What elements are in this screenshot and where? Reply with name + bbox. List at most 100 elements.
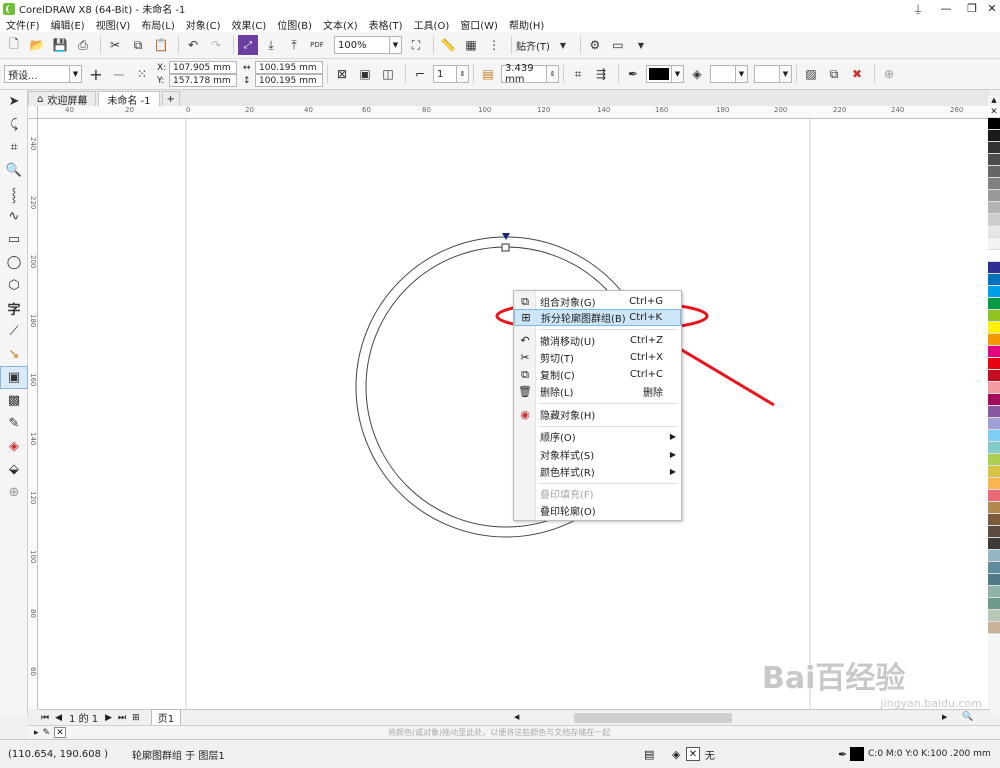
- palette-swatch[interactable]: [988, 346, 1000, 358]
- connector-tool-icon[interactable]: ↘: [0, 343, 28, 366]
- preset-select[interactable]: 预设...: [4, 65, 70, 83]
- polygon-tool-icon[interactable]: ⬡: [0, 274, 28, 297]
- contour-steps-icon[interactable]: ⌐: [410, 64, 430, 84]
- palette-swatch[interactable]: [988, 382, 1000, 394]
- tab-welcome[interactable]: ⌂ 欢迎屏幕: [28, 91, 97, 107]
- palette-swatch[interactable]: [988, 130, 1000, 142]
- minimize-button[interactable]: —: [932, 0, 960, 17]
- outer-contour-icon[interactable]: ▣: [355, 64, 375, 84]
- palette-swatch[interactable]: [988, 154, 1000, 166]
- menu-item-cut[interactable]: ✂ 剪切(T) Ctrl+X: [514, 349, 681, 366]
- scroll-right-icon[interactable]: ▶: [942, 713, 950, 723]
- palette-swatch[interactable]: [988, 322, 1000, 334]
- width-field[interactable]: 100.195 mm: [255, 61, 323, 74]
- guidelines-icon[interactable]: ⋮: [484, 35, 504, 55]
- new-document-icon[interactable]: 🗋: [4, 35, 24, 55]
- menu-layout[interactable]: 布局(L): [141, 17, 174, 32]
- palette-swatch[interactable]: [988, 454, 1000, 466]
- fill-bucket-icon[interactable]: ◈: [687, 64, 707, 84]
- menu-item-hide-object[interactable]: ◉ 隐藏对象(H): [514, 406, 681, 423]
- palette-swatch[interactable]: [988, 178, 1000, 190]
- freehand-tool-icon[interactable]: ⸾: [0, 182, 28, 205]
- height-field[interactable]: 100.195 mm: [255, 74, 323, 87]
- interactive-fill-icon[interactable]: ◈: [0, 435, 28, 458]
- color-proof-icon[interactable]: ▤: [644, 748, 654, 761]
- rectangle-tool-icon[interactable]: ▭: [0, 228, 28, 251]
- redo-toolbar-icon[interactable]: ↷: [206, 35, 226, 55]
- add-page-icon[interactable]: ⊞: [132, 713, 140, 723]
- zoom-dropdown[interactable]: ▼: [390, 36, 402, 54]
- palette-swatch[interactable]: [988, 118, 1000, 130]
- palette-swatch[interactable]: [988, 190, 1000, 202]
- palette-swatch[interactable]: [988, 490, 1000, 502]
- palette-swatch[interactable]: [988, 442, 1000, 454]
- palette-swatch[interactable]: [988, 406, 1000, 418]
- text-tool-icon[interactable]: 字: [0, 297, 28, 320]
- zoom-level-field[interactable]: 100%: [334, 36, 390, 54]
- next-page-icon[interactable]: ▶: [105, 713, 112, 723]
- menu-item-delete[interactable]: 🗑 删除(L) 删除: [514, 383, 681, 400]
- outline-color-swatch[interactable]: [646, 65, 672, 83]
- bezier-tool-icon[interactable]: ∿: [0, 205, 28, 228]
- menu-bitmaps[interactable]: 位图(B): [277, 17, 312, 32]
- launcher-dropdown-icon[interactable]: ▼: [631, 35, 651, 55]
- contour-offset-spinner[interactable]: ⇕: [547, 65, 559, 83]
- shape-tool-icon[interactable]: ⤹: [0, 113, 28, 136]
- tab-document[interactable]: 未命名 -1: [98, 91, 160, 107]
- crop-tool-icon[interactable]: ⌗: [0, 136, 28, 159]
- transparency-tool-icon[interactable]: ▩: [0, 389, 28, 412]
- palette-swatch[interactable]: [988, 514, 1000, 526]
- lock-ratio-icon[interactable]: ⊠: [332, 64, 352, 84]
- export-icon[interactable]: ⤒: [284, 35, 304, 55]
- y-position-field[interactable]: 157.178 mm: [169, 74, 237, 87]
- vertical-ruler[interactable]: 240 220 200 180 160 140 120 100 80 60: [28, 119, 38, 709]
- palette-swatch[interactable]: [988, 310, 1000, 322]
- menu-item-overprint-outline[interactable]: 叠印轮廓(O): [514, 502, 681, 519]
- smart-fill-icon[interactable]: ⬙: [0, 458, 28, 481]
- palette-swatch[interactable]: [988, 526, 1000, 538]
- horizontal-scrollbar-thumb[interactable]: [574, 713, 732, 723]
- menu-item-group[interactable]: ⧉ 组合对象(G) Ctrl+G: [514, 293, 681, 310]
- copy-toolbar-icon[interactable]: ⧉: [128, 35, 148, 55]
- rulers-icon[interactable]: 📏: [438, 35, 458, 55]
- x-position-field[interactable]: 107.905 mm: [169, 61, 237, 74]
- menu-item-color-styles[interactable]: 颜色样式(R) ▶: [514, 463, 681, 480]
- search-content-icon[interactable]: ⤢: [238, 35, 258, 55]
- save-icon[interactable]: 💾: [50, 35, 70, 55]
- palette-swatch[interactable]: [988, 550, 1000, 562]
- menu-item-overprint-fill[interactable]: 叠印填充(F): [514, 485, 681, 502]
- fill-color-swatch[interactable]: [710, 65, 736, 83]
- palette-swatch[interactable]: [988, 598, 1000, 610]
- add-icon[interactable]: ⊕: [879, 64, 899, 84]
- ruler-origin[interactable]: [28, 106, 38, 119]
- menu-help[interactable]: 帮助(H): [509, 17, 544, 32]
- outline-pen-icon[interactable]: ✒: [623, 64, 643, 84]
- preset-dropdown[interactable]: ▼: [70, 65, 82, 83]
- palette-swatch[interactable]: [988, 538, 1000, 550]
- print-icon[interactable]: ⎙: [73, 35, 93, 55]
- prev-page-icon[interactable]: ◀: [55, 713, 62, 723]
- options-gear-icon[interactable]: ⚙: [585, 35, 605, 55]
- fill-color-dropdown[interactable]: ▼: [736, 65, 748, 83]
- menu-table[interactable]: 表格(T): [369, 17, 403, 32]
- palette-swatch[interactable]: [988, 142, 1000, 154]
- palette-swatch[interactable]: [988, 502, 1000, 514]
- pick-tool-icon[interactable]: ➤: [0, 90, 28, 113]
- inner-contour-icon[interactable]: ◫: [378, 64, 398, 84]
- menu-tools[interactable]: 工具(O): [414, 17, 450, 32]
- zoom-view-icon[interactable]: 🔍: [962, 712, 973, 722]
- menu-item-break-contour-group[interactable]: ⊞ 拆分轮廓图群组(B) Ctrl+K: [514, 309, 681, 326]
- open-icon[interactable]: 📂: [27, 35, 47, 55]
- menu-view[interactable]: 视图(V): [96, 17, 131, 32]
- account-icon[interactable]: ⍊: [904, 0, 932, 17]
- palette-swatch[interactable]: [988, 478, 1000, 490]
- remove-preset-icon[interactable]: −: [109, 64, 129, 84]
- eyedropper-tool-icon[interactable]: ✎: [0, 412, 28, 435]
- menu-item-undo-move[interactable]: ↶ 撤消移动(U) Ctrl+Z: [514, 332, 681, 349]
- menu-edit[interactable]: 编辑(E): [51, 17, 85, 32]
- publish-pdf-icon[interactable]: PDF: [307, 35, 327, 55]
- add-preset-icon[interactable]: +: [86, 64, 106, 84]
- menu-window[interactable]: 窗口(W): [460, 17, 498, 32]
- parallel-dimension-icon[interactable]: ⟋: [0, 320, 28, 343]
- palette-swatch[interactable]: [988, 250, 1000, 262]
